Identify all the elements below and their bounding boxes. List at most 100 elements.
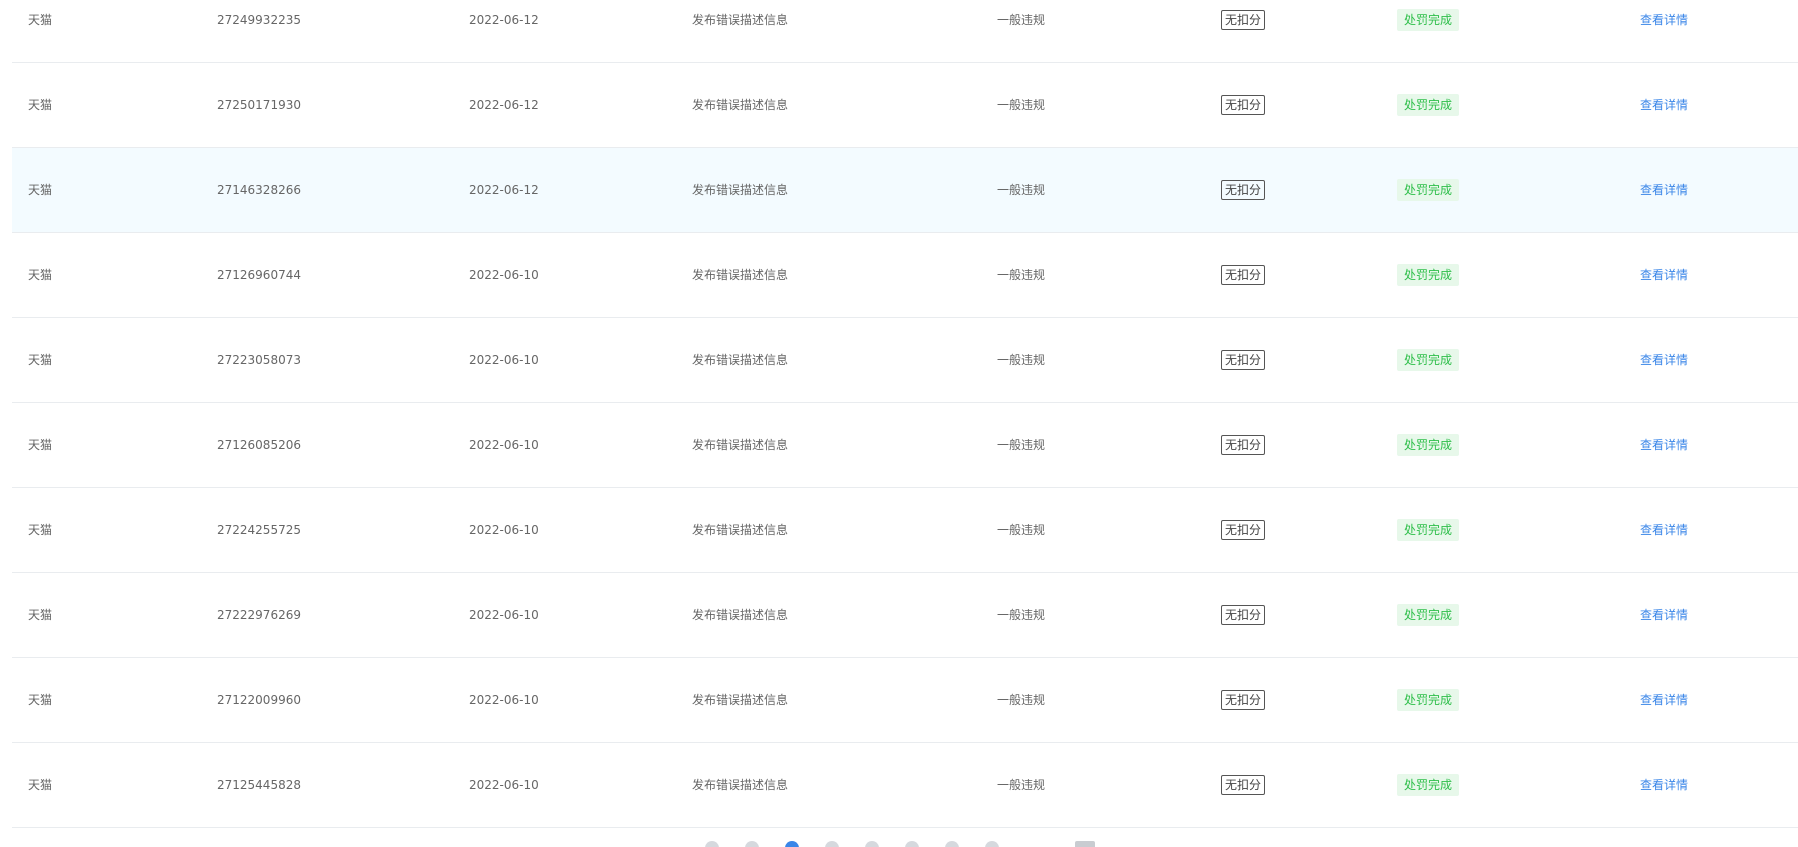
platform-cell: 天猫 xyxy=(28,353,53,367)
status-cell: 处罚完成 xyxy=(1397,743,1460,827)
status-cell: 处罚完成 xyxy=(1397,0,1460,62)
points-badge: 无扣分 xyxy=(1221,265,1266,285)
platform-cell: 天猫 xyxy=(28,183,53,197)
table-row: 天猫 27224255725 2022-06-10 发布错误描述信息 一般违规 无扣分 处罚… xyxy=(12,488,1798,573)
view-details-link[interactable]: 查看详情 xyxy=(1640,694,1688,706)
violation-level-cell: 一般违规 xyxy=(997,778,1046,792)
date-cell: 2022-06-10 xyxy=(469,693,539,707)
date-cell: 2022-06-12 xyxy=(469,13,539,27)
view-details-link[interactable]: 查看详情 xyxy=(1640,439,1688,451)
violation-level-cell: 一般违规 xyxy=(997,523,1046,537)
pagination-page[interactable] xyxy=(745,841,759,847)
record-id-cell: 27222976269 xyxy=(217,608,301,622)
status-badge: 处罚完成 xyxy=(1397,94,1460,116)
points-badge: 无扣分 xyxy=(1221,10,1266,30)
view-details-link[interactable]: 查看详情 xyxy=(1640,524,1688,536)
record-id-cell: 27122009960 xyxy=(217,693,301,707)
reason-cell: 发布错误描述信息 xyxy=(692,98,789,112)
view-details-link[interactable]: 查看详情 xyxy=(1640,99,1688,111)
points-cell: 无扣分 xyxy=(1221,0,1266,62)
violation-level-cell: 一般违规 xyxy=(997,608,1046,622)
points-badge: 无扣分 xyxy=(1221,520,1266,540)
pagination xyxy=(0,838,1798,847)
pagination-page[interactable] xyxy=(865,841,879,847)
table-row: 天猫 27126085206 2022-06-10 发布错误描述信息 一般违规 无扣分 处罚… xyxy=(12,403,1798,488)
reason-cell: 发布错误描述信息 xyxy=(692,353,789,367)
reason-cell: 发布错误描述信息 xyxy=(692,183,789,197)
view-details-link[interactable]: 查看详情 xyxy=(1640,354,1688,366)
status-cell: 处罚完成 xyxy=(1397,318,1460,402)
date-cell: 2022-06-12 xyxy=(469,183,539,197)
platform-cell: 天猫 xyxy=(28,98,53,112)
points-badge: 无扣分 xyxy=(1221,690,1266,710)
status-badge: 处罚完成 xyxy=(1397,434,1460,456)
violation-level-cell: 一般违规 xyxy=(997,268,1046,282)
date-cell: 2022-06-10 xyxy=(469,523,539,537)
platform-cell: 天猫 xyxy=(28,608,53,622)
action-cell: 查看详情 xyxy=(1640,658,1688,742)
points-cell: 无扣分 xyxy=(1221,658,1266,742)
action-cell: 查看详情 xyxy=(1640,148,1688,232)
pagination-page-active[interactable] xyxy=(785,841,799,847)
action-cell: 查看详情 xyxy=(1640,0,1688,62)
platform-cell: 天猫 xyxy=(28,438,53,452)
platform-cell: 天猫 xyxy=(28,693,53,707)
pagination-page[interactable] xyxy=(945,841,959,847)
status-cell: 处罚完成 xyxy=(1397,658,1460,742)
action-cell: 查看详情 xyxy=(1640,403,1688,487)
points-badge: 无扣分 xyxy=(1221,350,1266,370)
points-cell: 无扣分 xyxy=(1221,488,1266,572)
platform-cell: 天猫 xyxy=(28,268,53,282)
view-details-link[interactable]: 查看详情 xyxy=(1640,14,1688,26)
violation-level-cell: 一般违规 xyxy=(997,13,1046,27)
date-cell: 2022-06-10 xyxy=(469,268,539,282)
pagination-size-select[interactable] xyxy=(1075,841,1095,847)
violation-records-table: 天猫 27249932235 2022-06-12 发布错误描述信息 一般违规 无扣分 处罚… xyxy=(12,0,1798,847)
record-id-cell: 27224255725 xyxy=(217,523,301,537)
view-details-link[interactable]: 查看详情 xyxy=(1640,184,1688,196)
record-id-cell: 27249932235 xyxy=(217,13,301,27)
reason-cell: 发布错误描述信息 xyxy=(692,778,789,792)
points-cell: 无扣分 xyxy=(1221,403,1266,487)
violation-level-cell: 一般违规 xyxy=(997,183,1046,197)
points-badge: 无扣分 xyxy=(1221,180,1266,200)
date-cell: 2022-06-10 xyxy=(469,438,539,452)
reason-cell: 发布错误描述信息 xyxy=(692,523,789,537)
pagination-prev-icon[interactable] xyxy=(705,841,719,847)
status-badge: 处罚完成 xyxy=(1397,9,1460,31)
view-details-link[interactable]: 查看详情 xyxy=(1640,779,1688,791)
table-row: 天猫 27125445828 2022-06-10 发布错误描述信息 一般违规 无扣分 处罚… xyxy=(12,743,1798,828)
points-cell: 无扣分 xyxy=(1221,318,1266,402)
record-id-cell: 27126085206 xyxy=(217,438,301,452)
points-cell: 无扣分 xyxy=(1221,743,1266,827)
date-cell: 2022-06-12 xyxy=(469,98,539,112)
points-badge: 无扣分 xyxy=(1221,95,1266,115)
pagination-page[interactable] xyxy=(905,841,919,847)
view-details-link[interactable]: 查看详情 xyxy=(1640,609,1688,621)
action-cell: 查看详情 xyxy=(1640,318,1688,402)
status-badge: 处罚完成 xyxy=(1397,774,1460,796)
table-row: 天猫 27249932235 2022-06-12 发布错误描述信息 一般违规 无扣分 处罚… xyxy=(12,0,1798,63)
record-id-cell: 27146328266 xyxy=(217,183,301,197)
pagination-page[interactable] xyxy=(825,841,839,847)
table-row: 天猫 27250171930 2022-06-12 发布错误描述信息 一般违规 无扣分 处罚… xyxy=(12,63,1798,148)
view-details-link[interactable]: 查看详情 xyxy=(1640,269,1688,281)
record-id-cell: 27223058073 xyxy=(217,353,301,367)
table-row: 天猫 27122009960 2022-06-10 发布错误描述信息 一般违规 无扣分 处罚… xyxy=(12,658,1798,743)
points-badge: 无扣分 xyxy=(1221,435,1266,455)
status-badge: 处罚完成 xyxy=(1397,689,1460,711)
action-cell: 查看详情 xyxy=(1640,573,1688,657)
points-cell: 无扣分 xyxy=(1221,63,1266,147)
action-cell: 查看详情 xyxy=(1640,233,1688,317)
status-cell: 处罚完成 xyxy=(1397,148,1460,232)
platform-cell: 天猫 xyxy=(28,778,53,792)
table-row: 天猫 27222976269 2022-06-10 发布错误描述信息 一般违规 无扣分 处罚… xyxy=(12,573,1798,658)
table-row: 天猫 27126960744 2022-06-10 发布错误描述信息 一般违规 无扣分 处罚… xyxy=(12,233,1798,318)
status-badge: 处罚完成 xyxy=(1397,179,1460,201)
action-cell: 查看详情 xyxy=(1640,743,1688,827)
pagination-page[interactable] xyxy=(985,841,999,847)
table-row: 天猫 27223058073 2022-06-10 发布错误描述信息 一般违规 无扣分 处罚… xyxy=(12,318,1798,403)
points-cell: 无扣分 xyxy=(1221,573,1266,657)
status-badge: 处罚完成 xyxy=(1397,519,1460,541)
date-cell: 2022-06-10 xyxy=(469,353,539,367)
